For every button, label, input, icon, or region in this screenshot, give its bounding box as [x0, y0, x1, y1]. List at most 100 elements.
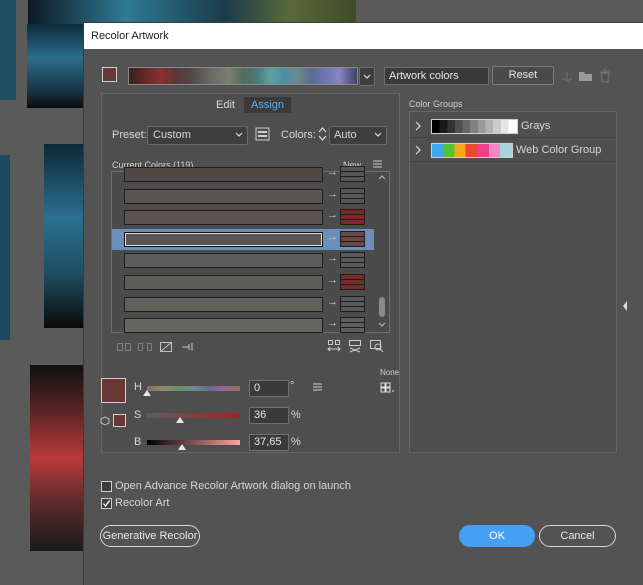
current-color-bar[interactable] — [124, 318, 323, 334]
check-icon — [102, 500, 111, 508]
h-slider-knob[interactable] — [143, 390, 151, 396]
color-row[interactable]: → — [112, 250, 374, 271]
new-color-swatch[interactable] — [340, 209, 365, 226]
merge-colors-icon[interactable] — [117, 342, 131, 352]
cancel-button[interactable]: Cancel — [539, 525, 616, 547]
arrow-icon[interactable]: → — [327, 296, 338, 308]
artwork-thumbnail-4 — [0, 155, 10, 340]
color-row[interactable]: → — [112, 164, 374, 185]
reset-button[interactable]: Reset — [492, 66, 554, 85]
s-slider-knob[interactable] — [176, 417, 185, 423]
chevron-down-icon[interactable] — [378, 322, 386, 328]
color-row[interactable]: → — [112, 186, 374, 207]
new-color-swatch[interactable] — [340, 252, 365, 269]
colors-label: Colors: — [281, 129, 316, 141]
title-bar: Recolor Artwork — [84, 23, 643, 49]
h-slider-track[interactable] — [147, 386, 240, 391]
arrow-icon[interactable]: → — [327, 166, 338, 178]
hsb-menu-icon[interactable] — [312, 382, 323, 392]
recolor-art-checkbox[interactable] — [101, 498, 112, 509]
new-color-swatch[interactable] — [340, 230, 365, 247]
chevron-down-icon — [374, 132, 382, 137]
randomly-change-order-icon[interactable] — [327, 339, 341, 353]
new-color-swatch[interactable] — [340, 317, 365, 334]
ok-button[interactable]: OK — [459, 525, 535, 547]
color-group-web[interactable]: Web Color Group — [410, 139, 616, 162]
new-color-swatch[interactable] — [340, 187, 365, 204]
h-value-field[interactable]: 0 — [249, 380, 289, 397]
s-slider-track[interactable] — [147, 413, 240, 418]
current-color-bar[interactable] — [124, 188, 323, 204]
color-harmony-icon[interactable] — [255, 127, 271, 142]
separate-colors-icon[interactable] — [138, 342, 152, 352]
current-colors-list: → → → → → → → → — [111, 166, 390, 336]
b-slider-track[interactable] — [147, 440, 240, 445]
arrow-icon[interactable]: → — [327, 188, 338, 200]
current-color-bar[interactable] — [124, 210, 323, 226]
group-name: Grays — [521, 120, 551, 132]
b-slider-knob[interactable] — [178, 444, 186, 450]
web-safe-swatch[interactable] — [113, 414, 126, 427]
folder-icon[interactable] — [578, 69, 594, 83]
generative-recolor-button[interactable]: Generative Recolor — [100, 525, 200, 547]
artwork-colors-bar[interactable] — [128, 67, 358, 85]
new-row-icon[interactable] — [180, 341, 195, 353]
arrow-icon[interactable]: → — [327, 274, 338, 286]
recolor-artwork-dialog: Recolor Artwork Artwork colors Reset Edi… — [84, 23, 643, 585]
artwork-thumbnail-5 — [44, 144, 84, 328]
tab-assign[interactable]: Assign — [244, 97, 292, 113]
swatch-grid-icon[interactable] — [380, 382, 396, 394]
advance-dialog-checkbox[interactable] — [101, 481, 112, 492]
new-color-swatch[interactable] — [340, 166, 365, 182]
arrow-icon[interactable]: → — [327, 209, 338, 221]
b-value-field[interactable]: 37,65 — [249, 434, 289, 451]
new-color-swatch[interactable] — [340, 274, 365, 290]
dialog-title: Recolor Artwork — [91, 30, 169, 42]
grays-swatches — [431, 119, 518, 134]
chevron-up-icon[interactable] — [378, 174, 386, 180]
color-row[interactable]: → — [112, 315, 374, 336]
preset-dropdown[interactable]: Custom — [147, 126, 248, 145]
color-group-grays[interactable]: Grays — [410, 115, 616, 138]
arrow-icon[interactable]: → — [327, 252, 338, 264]
colors-bar-dropdown[interactable] — [359, 67, 375, 86]
s-value-field[interactable]: 36 — [249, 407, 289, 424]
advance-dialog-label: Open Advance Recolor Artwork dialog on l… — [115, 480, 352, 492]
current-color-bar[interactable] — [124, 275, 323, 290]
colors-stepper-icon[interactable] — [318, 126, 327, 142]
save-changes-icon[interactable] — [560, 69, 574, 83]
randomly-change-saturation-icon[interactable] — [348, 339, 362, 353]
artwork-thumbnail-3 — [27, 24, 84, 108]
chevron-down-icon — [235, 132, 243, 137]
active-color-swatch[interactable] — [102, 67, 117, 82]
colors-count-dropdown[interactable]: Auto — [329, 126, 387, 145]
current-color-bar[interactable] — [124, 231, 323, 247]
colors-count-value: Auto — [334, 129, 357, 141]
scrollbar-thumb[interactable] — [379, 297, 385, 317]
color-row[interactable]: → — [112, 272, 374, 293]
chevron-right-icon[interactable] — [414, 121, 422, 131]
none-label: None — [380, 368, 400, 377]
artwork-colors-field[interactable]: Artwork colors — [384, 67, 489, 85]
arrow-icon[interactable]: → — [327, 317, 338, 329]
b-unit: % — [291, 436, 301, 448]
color-row[interactable]: → — [112, 294, 374, 315]
current-color-preview[interactable] — [101, 378, 126, 403]
collapse-panel-icon[interactable] — [621, 300, 629, 312]
find-color-icon[interactable] — [369, 339, 384, 353]
new-color-swatch[interactable] — [340, 295, 365, 312]
color-groups-panel: Grays Web Color Group — [409, 111, 617, 453]
trash-icon[interactable] — [599, 69, 611, 83]
arrow-icon[interactable]: → — [327, 231, 338, 243]
exclude-color-icon[interactable] — [159, 341, 174, 353]
s-unit: % — [291, 409, 301, 421]
tab-edit[interactable]: Edit — [216, 97, 235, 113]
color-row[interactable]: → — [112, 207, 374, 228]
preset-label: Preset: — [112, 129, 147, 141]
current-color-bar[interactable] — [124, 296, 323, 312]
list-scrollbar[interactable] — [376, 172, 388, 332]
current-color-bar[interactable] — [124, 167, 323, 182]
current-color-bar[interactable] — [124, 253, 323, 269]
chevron-right-icon[interactable] — [414, 145, 422, 155]
color-row[interactable]: → — [112, 228, 374, 250]
